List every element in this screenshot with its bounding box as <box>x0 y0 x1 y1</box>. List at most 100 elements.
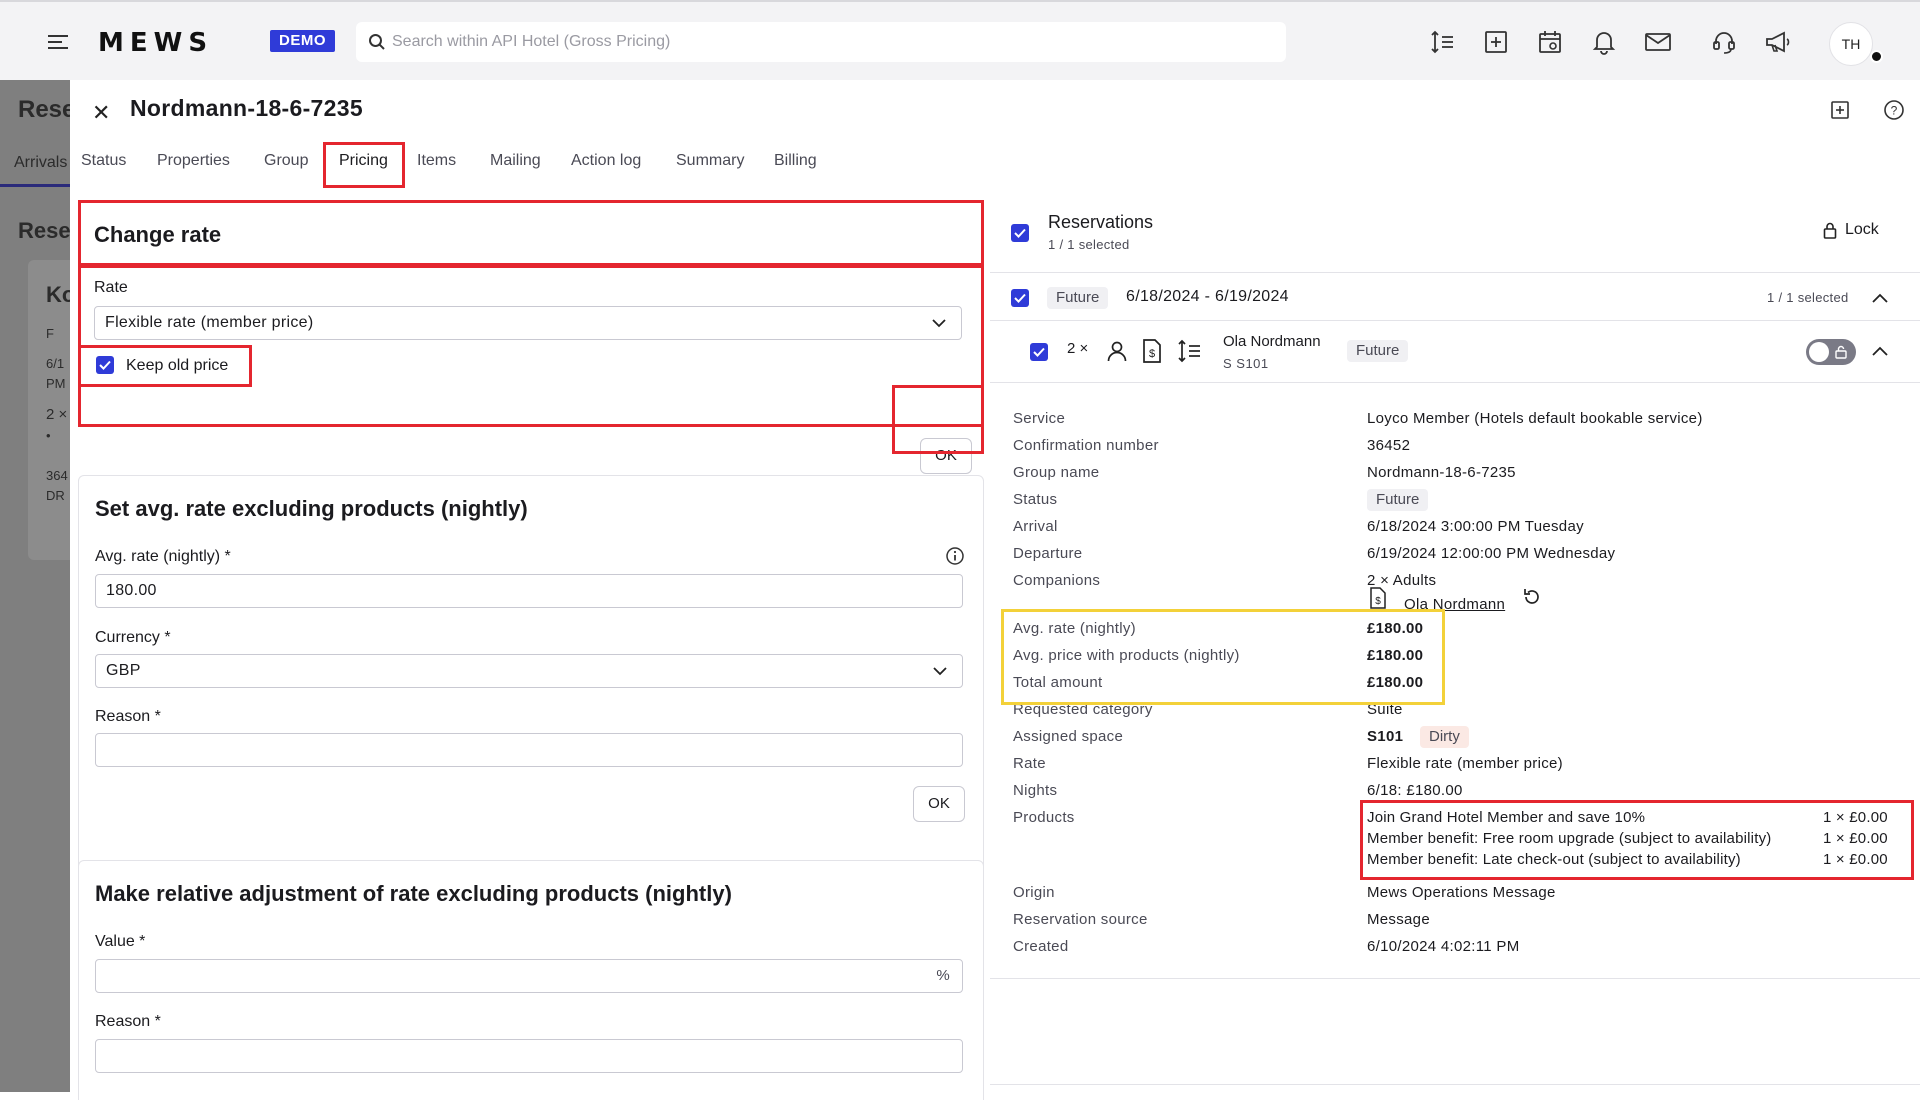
svg-text:$: $ <box>1375 596 1381 607</box>
background-line: 364 <box>46 468 68 483</box>
reservation-checkbox[interactable] <box>1030 343 1048 361</box>
divider <box>990 272 1920 273</box>
set-avg-rate-ok-button[interactable]: OK <box>913 786 965 822</box>
created-value: 6/10/2024 4:02:11 PM <box>1367 938 1520 955</box>
confirmation-number-label: Confirmation number <box>1013 437 1159 454</box>
help-icon[interactable]: ? <box>1882 98 1906 122</box>
rate-select[interactable]: Flexible rate (member price) <box>94 306 962 340</box>
assigned-space-value[interactable]: S101 <box>1367 728 1403 745</box>
change-rate-title: Change rate <box>94 222 222 247</box>
background-tab-arrivals: Arrivals <box>14 154 68 171</box>
background-line: DR <box>46 488 65 503</box>
guest-name[interactable]: Ola Nordmann <box>1223 333 1321 350</box>
reason-input[interactable] <box>95 733 963 767</box>
product-item: Member benefit: Late check-out (subject … <box>1367 851 1741 868</box>
person-count: 2 × <box>1067 340 1089 357</box>
unlock-icon <box>1835 345 1847 359</box>
tab-group[interactable]: Group <box>264 144 308 188</box>
change-rate-ok-button[interactable]: OK <box>920 438 972 474</box>
reservation-source-value: Message <box>1367 911 1430 928</box>
background-line: • <box>46 428 51 443</box>
tab-billing[interactable]: Billing <box>774 144 817 188</box>
currency-select[interactable]: GBP <box>95 654 963 688</box>
background-card-title: Ko <box>46 282 70 307</box>
reservation-panel: ✕ Nordmann-18-6-7235 ? Status Properties… <box>70 80 1920 1100</box>
set-avg-rate-card: Set avg. rate excluding products (nightl… <box>78 475 984 923</box>
divider <box>990 1084 1920 1085</box>
space-code: S S101 <box>1223 356 1269 371</box>
sort-icon <box>1178 339 1200 363</box>
reason-input[interactable] <box>95 1039 963 1073</box>
currency-select-value: GBP <box>106 662 141 679</box>
background-title: Rese <box>18 96 70 123</box>
info-icon[interactable] <box>945 546 965 566</box>
demo-badge: DEMO <box>270 30 335 52</box>
keep-old-price-checkbox[interactable] <box>96 356 114 374</box>
chevron-up-icon[interactable] <box>1871 344 1889 358</box>
tab-items[interactable]: Items <box>417 144 456 188</box>
group-name-value: Nordmann-18-6-7235 <box>1367 464 1516 481</box>
checkmark-icon <box>1014 293 1026 303</box>
sort-icon[interactable] <box>1426 26 1458 58</box>
headset-icon[interactable] <box>1708 26 1740 58</box>
lock-label: Lock <box>1845 221 1879 238</box>
product-item: Join Grand Hotel Member and save 10% <box>1367 809 1646 826</box>
group-name-label: Group name <box>1013 464 1100 481</box>
product-item: Member benefit: Free room upgrade (subje… <box>1367 830 1772 847</box>
tab-pricing-label: Pricing <box>339 152 388 169</box>
chevron-up-icon[interactable] <box>1871 291 1889 305</box>
search-input[interactable] <box>392 22 1272 62</box>
currency-label: Currency * <box>95 629 171 646</box>
panel-title: Nordmann-18-6-7235 <box>130 95 363 121</box>
bell-icon[interactable] <box>1588 26 1620 58</box>
total-amount-value: £180.00 <box>1367 674 1424 691</box>
reservations-select-all-checkbox[interactable] <box>1011 224 1029 242</box>
tab-properties[interactable]: Properties <box>157 144 230 188</box>
avg-price-with-products-label: Avg. price with products (nightly) <box>1013 647 1240 664</box>
assigned-space-label: Assigned space <box>1013 728 1124 745</box>
relative-adjustment-title: Make relative adjustment of rate excludi… <box>95 881 732 906</box>
origin-label: Origin <box>1013 884 1055 901</box>
avg-price-with-products-value: £180.00 <box>1367 647 1424 664</box>
arrival-label: Arrival <box>1013 518 1058 535</box>
calendar-view-icon[interactable] <box>1534 26 1566 58</box>
close-icon[interactable]: ✕ <box>92 100 110 126</box>
chevron-down-icon <box>933 667 947 676</box>
origin-value: Mews Operations Message <box>1367 884 1556 901</box>
person-icon <box>1107 341 1127 362</box>
active-tab-underline <box>327 185 400 188</box>
created-label: Created <box>1013 938 1069 955</box>
mews-logo[interactable]: MEWS <box>98 28 213 58</box>
status-badge: Future <box>1367 489 1429 511</box>
tab-summary[interactable]: Summary <box>676 144 744 188</box>
add-square-icon[interactable] <box>1828 98 1852 122</box>
departure-label: Departure <box>1013 545 1083 562</box>
keep-old-price-label: Keep old price <box>126 357 229 374</box>
tab-pricing[interactable]: Pricing <box>327 144 400 188</box>
tab-status[interactable]: Status <box>81 144 126 188</box>
search-bar[interactable] <box>356 22 1286 62</box>
refresh-icon[interactable] <box>1521 586 1543 608</box>
tab-mailing[interactable]: Mailing <box>490 144 541 188</box>
avg-rate-input[interactable]: 180.00 <box>95 574 963 608</box>
set-avg-rate-title: Set avg. rate excluding products (nightl… <box>95 496 528 521</box>
companion-name-link[interactable]: Ola Nordmann <box>1404 596 1505 613</box>
checkmark-icon <box>1033 347 1045 357</box>
lock-toggle[interactable] <box>1806 339 1856 365</box>
rate-value: Flexible rate (member price) <box>1367 755 1563 772</box>
group-checkbox[interactable] <box>1011 289 1029 307</box>
mail-icon[interactable] <box>1642 26 1674 58</box>
tab-action-log[interactable]: Action log <box>571 144 641 188</box>
lock-button[interactable]: Lock <box>1823 221 1879 239</box>
menu-icon[interactable] <box>46 32 70 52</box>
value-input[interactable]: % <box>95 959 963 993</box>
avatar[interactable]: TH <box>1829 22 1873 66</box>
megaphone-icon[interactable] <box>1762 26 1794 58</box>
status-label: Status <box>1013 491 1058 508</box>
add-square-icon[interactable] <box>1480 26 1512 58</box>
svg-text:?: ? <box>1891 104 1898 118</box>
svg-text:$: $ <box>1149 348 1155 360</box>
avg-rate-label: Avg. rate (nightly) * <box>95 548 231 565</box>
arrival-value: 6/18/2024 3:00:00 PM Tuesday <box>1367 518 1584 535</box>
reservations-selected-count: 1 / 1 selected <box>1048 237 1130 252</box>
